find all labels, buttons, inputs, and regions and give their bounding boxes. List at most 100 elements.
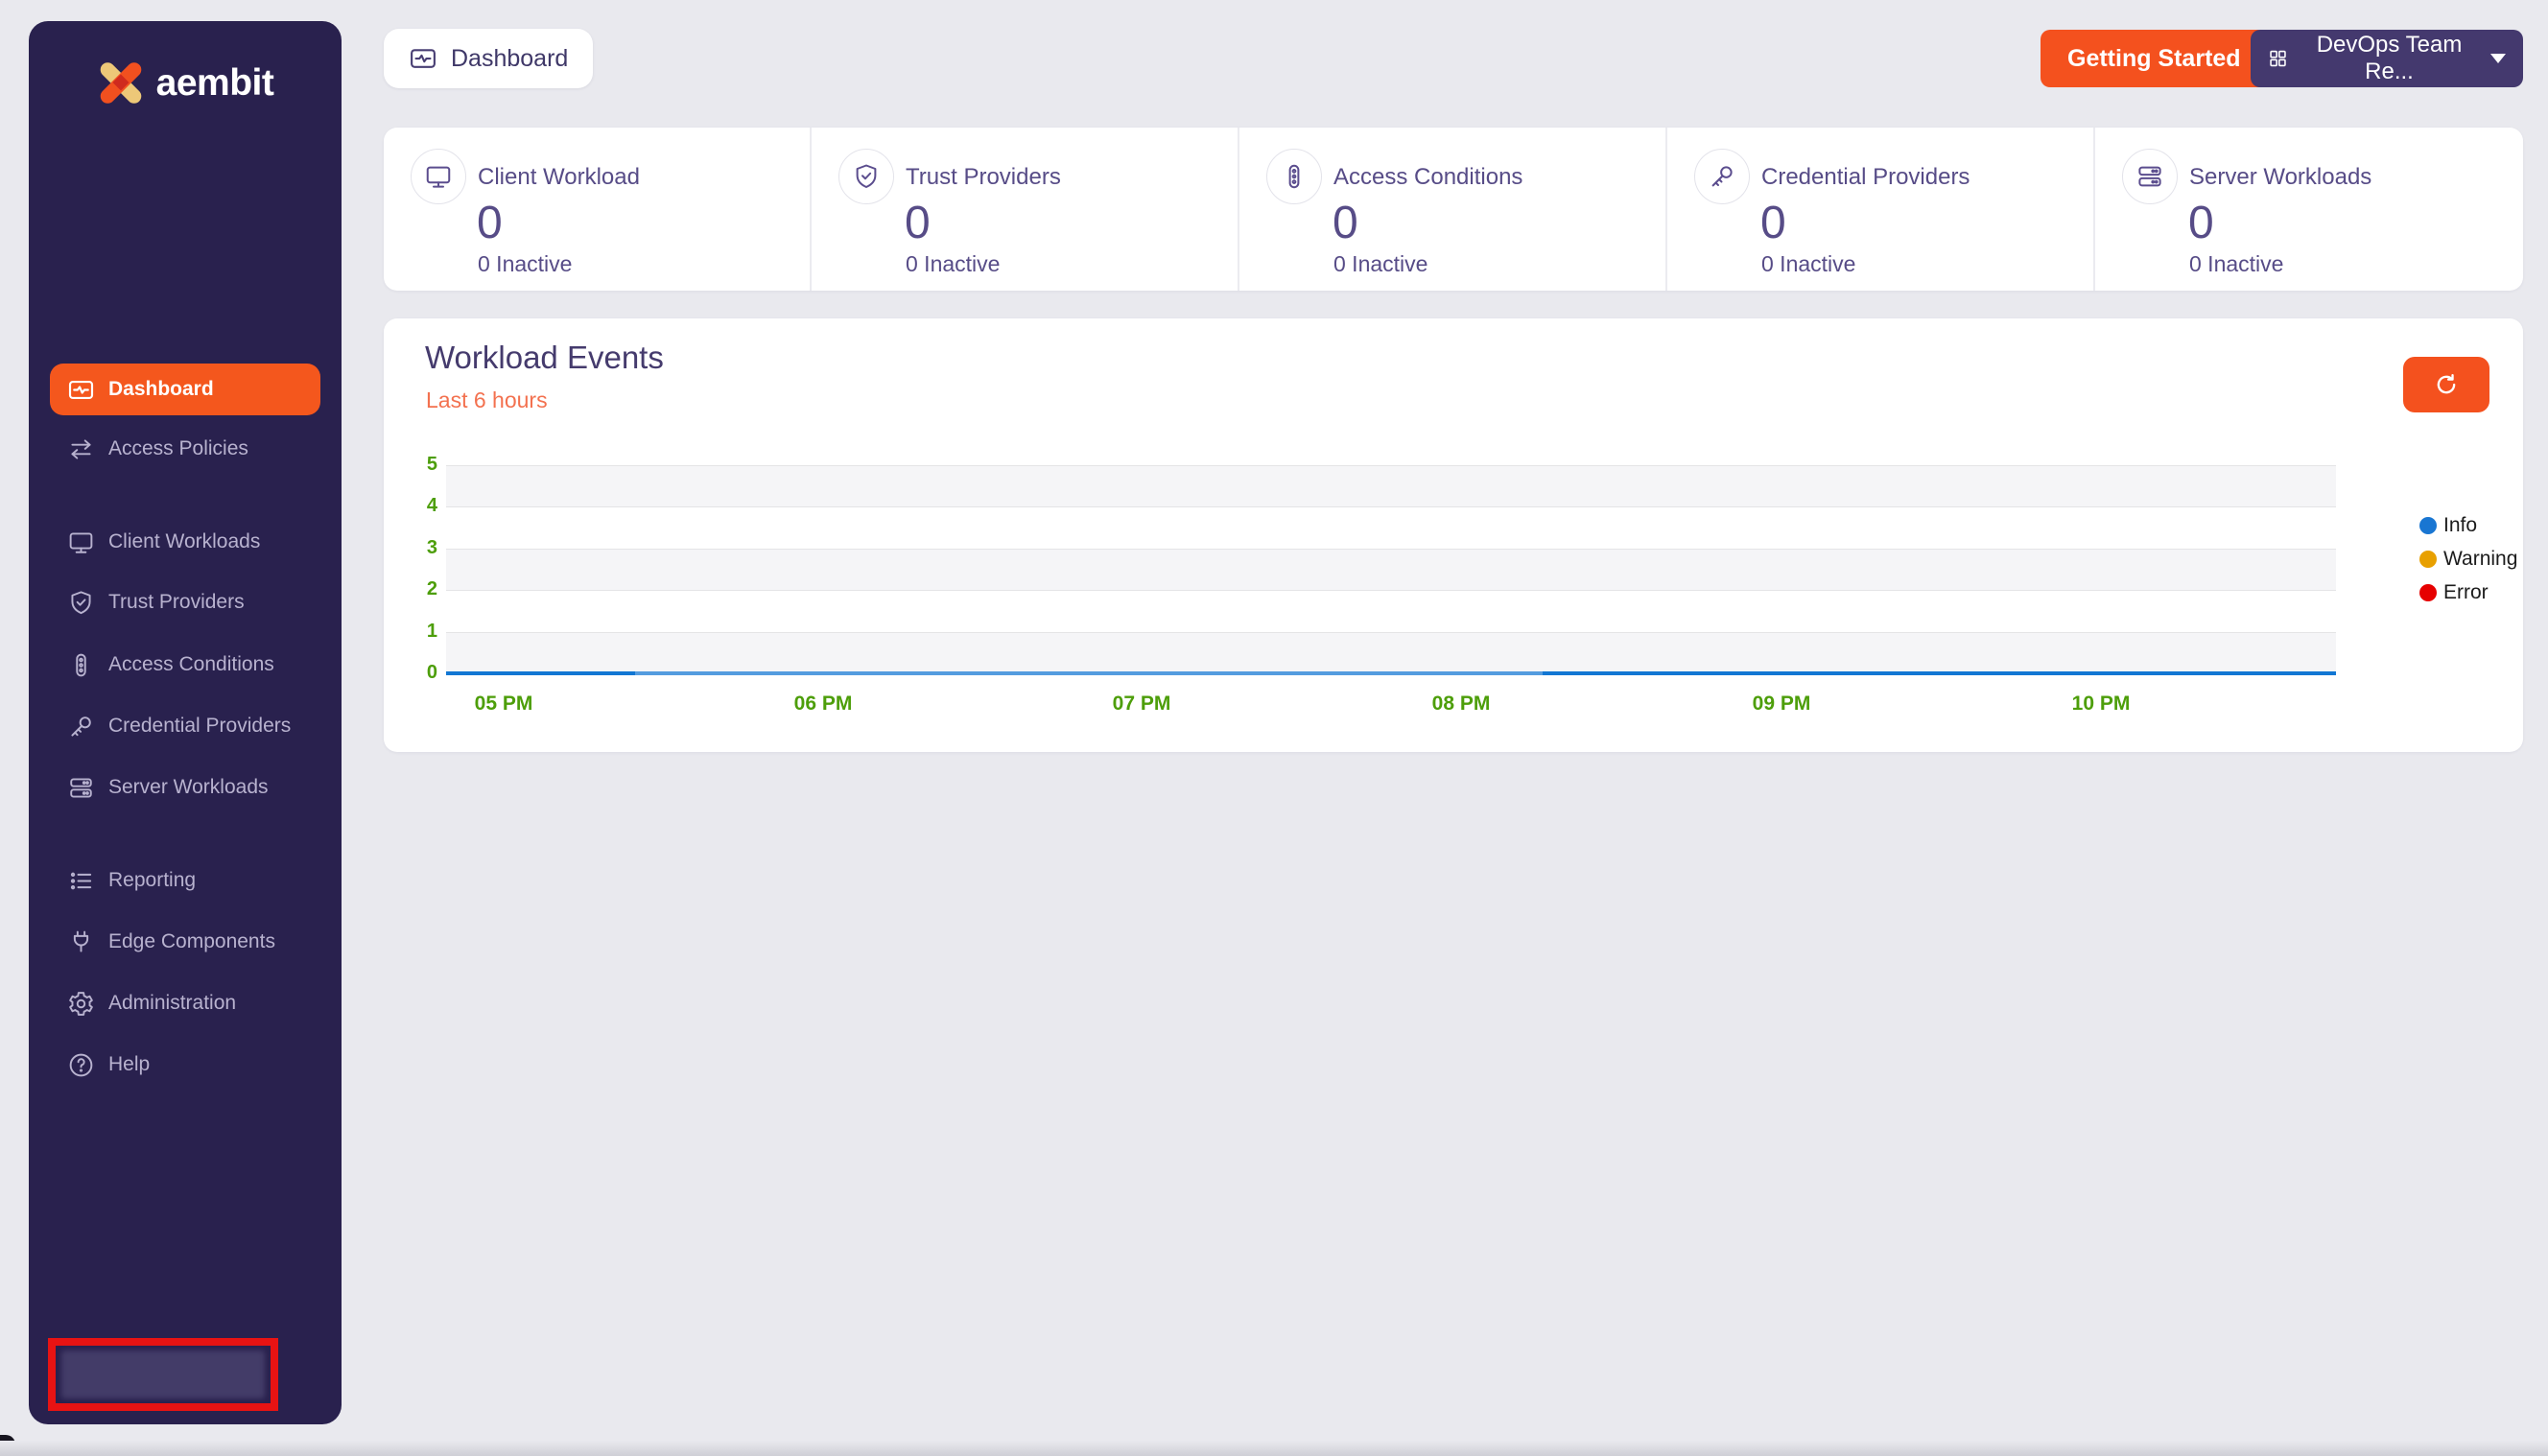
- chart-title: Workload Events: [425, 340, 664, 376]
- getting-started-button[interactable]: Getting Started: [2041, 30, 2268, 87]
- sidebar-item-trust-providers[interactable]: Trust Providers: [50, 576, 320, 628]
- stat-inactive-count: 0 Inactive: [1333, 251, 1427, 277]
- stat-title: Credential Providers: [1761, 164, 1970, 191]
- sidebar-item-administration[interactable]: Administration: [50, 977, 320, 1029]
- aembit-logo: aembit: [29, 61, 342, 106]
- stat-title: Access Conditions: [1333, 164, 1522, 191]
- x-tick: 07 PM: [1098, 693, 1185, 716]
- brand-name: aembit: [156, 62, 274, 105]
- y-tick: 0: [397, 662, 437, 684]
- stat-inactive-count: 0 Inactive: [906, 251, 1000, 277]
- sidebar: aembit Dashboard Access Policies Client …: [29, 21, 342, 1424]
- legend-label: Info: [2443, 514, 2477, 537]
- traffic-light-icon: [1280, 162, 1309, 191]
- x-tick: 09 PM: [1738, 693, 1825, 716]
- stat-inactive-count: 0 Inactive: [478, 251, 572, 277]
- info-series-line: [446, 671, 2336, 675]
- legend-item-warning[interactable]: Warning: [2419, 548, 2517, 571]
- sidebar-item-label: Credential Providers: [108, 715, 291, 738]
- x-tick: 08 PM: [1418, 693, 1504, 716]
- stat-title: Client Workload: [478, 164, 640, 191]
- sidebar-item-label: Reporting: [108, 869, 196, 892]
- sidebar-item-credential-providers[interactable]: Credential Providers: [50, 700, 320, 752]
- sidebar-item-edge-components[interactable]: Edge Components: [50, 916, 320, 968]
- stat-inactive-count: 0 Inactive: [1761, 251, 1855, 277]
- traffic-light-icon: [67, 651, 95, 679]
- legend-label: Error: [2443, 581, 2489, 604]
- shield-check-icon: [67, 589, 95, 617]
- sidebar-item-label: Server Workloads: [108, 776, 269, 799]
- key-icon: [1708, 162, 1736, 191]
- y-tick: 2: [397, 578, 437, 600]
- stat-value: 0: [1333, 197, 1358, 249]
- stat-title: Trust Providers: [906, 164, 1061, 191]
- shield-check-icon: [852, 162, 881, 191]
- stat-card-server-workloads[interactable]: Server Workloads 0 0 Inactive: [2095, 128, 2523, 291]
- y-tick: 5: [397, 454, 437, 476]
- y-tick: 1: [397, 621, 437, 643]
- x-tick: 05 PM: [460, 693, 547, 716]
- sidebar-item-label: Access Policies: [108, 437, 248, 460]
- annotation-highlight-box: [48, 1338, 278, 1411]
- help-icon: [67, 1051, 95, 1079]
- chart-time-range: Last 6 hours: [426, 387, 548, 413]
- sidebar-item-dashboard[interactable]: Dashboard: [50, 364, 320, 415]
- stat-value: 0: [2188, 197, 2214, 249]
- sidebar-item-label: Trust Providers: [108, 591, 245, 614]
- stat-inactive-count: 0 Inactive: [2189, 251, 2283, 277]
- grid-icon: [2268, 47, 2288, 70]
- swap-arrows-icon: [67, 435, 95, 463]
- plug-icon: [67, 928, 95, 956]
- redacted-account-chip[interactable]: [61, 1350, 265, 1398]
- chart-plot-area: [446, 465, 2336, 673]
- window-bottom-edge: [0, 1441, 2548, 1456]
- dashboard-icon: [67, 376, 95, 404]
- stat-value: 0: [905, 197, 931, 249]
- stat-card-trust-providers[interactable]: Trust Providers 0 0 Inactive: [812, 128, 1239, 291]
- aembit-logo-icon: [97, 61, 145, 106]
- legend-item-error[interactable]: Error: [2419, 581, 2517, 604]
- stat-card-client-workload[interactable]: Client Workload 0 0 Inactive: [384, 128, 812, 291]
- error-dot-icon: [2419, 584, 2437, 601]
- refresh-icon: [2433, 371, 2460, 398]
- stat-value: 0: [477, 197, 503, 249]
- sidebar-item-label: Access Conditions: [108, 653, 274, 676]
- sidebar-item-label: Dashboard: [108, 378, 214, 401]
- stat-card-credential-providers[interactable]: Credential Providers 0 0 Inactive: [1667, 128, 2095, 291]
- gear-icon: [67, 990, 95, 1018]
- tenant-selector-button[interactable]: DevOps Team Re...: [2251, 30, 2523, 87]
- y-tick: 4: [397, 495, 437, 517]
- sidebar-item-access-policies[interactable]: Access Policies: [50, 423, 320, 475]
- legend-item-info[interactable]: Info: [2419, 514, 2517, 537]
- sidebar-item-reporting[interactable]: Reporting: [50, 855, 320, 906]
- refresh-button[interactable]: [2403, 357, 2489, 412]
- breadcrumb[interactable]: Dashboard: [384, 29, 593, 88]
- sidebar-item-access-conditions[interactable]: Access Conditions: [50, 639, 320, 691]
- legend-label: Warning: [2443, 548, 2517, 571]
- info-dot-icon: [2419, 517, 2437, 534]
- list-icon: [67, 867, 95, 895]
- sidebar-item-client-workloads[interactable]: Client Workloads: [50, 516, 320, 568]
- getting-started-label: Getting Started: [2067, 45, 2241, 73]
- dashboard-icon: [409, 44, 437, 73]
- sidebar-item-label: Administration: [108, 992, 236, 1015]
- sidebar-item-server-workloads[interactable]: Server Workloads: [50, 762, 320, 813]
- workload-events-card: Workload Events Last 6 hours 5 4 3 2 1 0…: [384, 318, 2523, 752]
- sidebar-item-label: Help: [108, 1053, 150, 1076]
- key-icon: [67, 713, 95, 740]
- tenant-label: DevOps Team Re...: [2301, 32, 2477, 85]
- sidebar-item-help[interactable]: Help: [50, 1039, 320, 1091]
- sidebar-item-label: Client Workloads: [108, 530, 260, 553]
- x-tick: 10 PM: [2058, 693, 2144, 716]
- stat-card-access-conditions[interactable]: Access Conditions 0 0 Inactive: [1239, 128, 1667, 291]
- breadcrumb-label: Dashboard: [451, 45, 568, 73]
- chart-legend: Info Warning Error: [2419, 514, 2517, 604]
- warning-dot-icon: [2419, 551, 2437, 568]
- aembit-dashboard-page: aembit Dashboard Access Policies Client …: [0, 0, 2548, 1456]
- server-stack-icon: [2135, 162, 2164, 191]
- stat-value: 0: [1760, 197, 1786, 249]
- y-tick: 3: [397, 537, 437, 559]
- stats-row: Client Workload 0 0 Inactive Trust Provi…: [384, 128, 2523, 291]
- sidebar-item-label: Edge Components: [108, 930, 275, 953]
- server-stack-icon: [67, 774, 95, 802]
